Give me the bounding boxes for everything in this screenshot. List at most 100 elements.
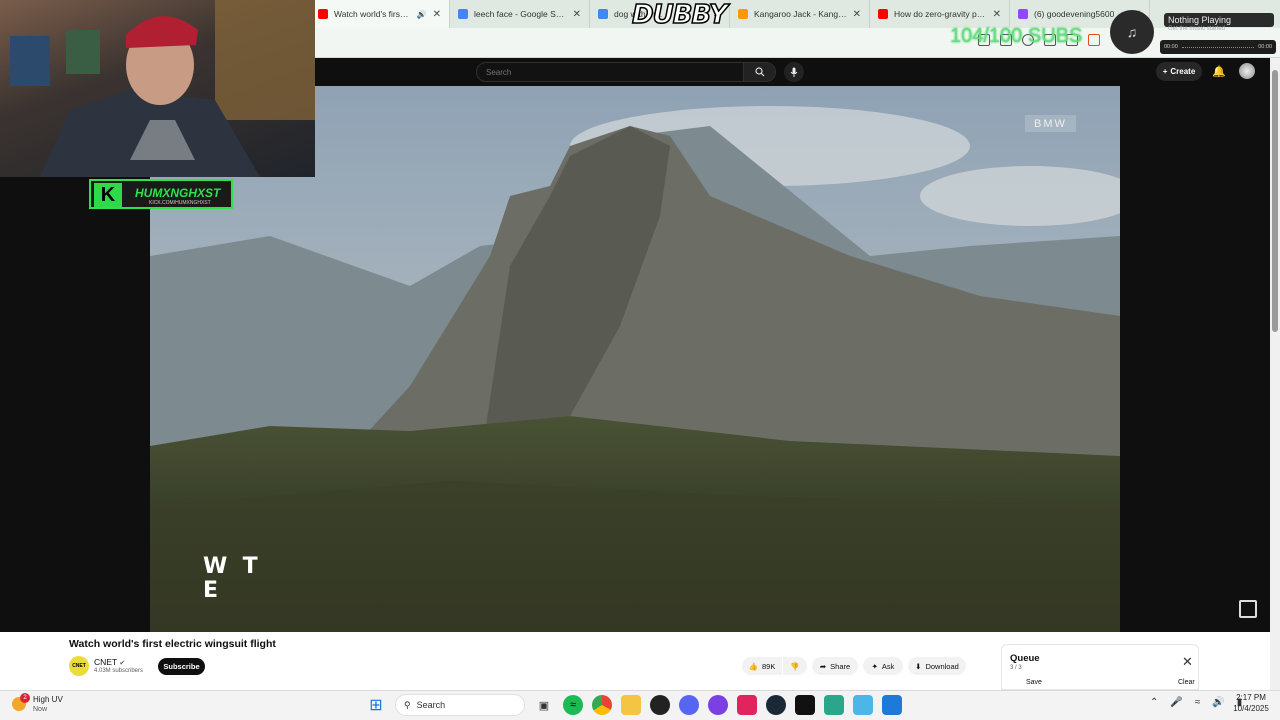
task-view-icon[interactable]: ▣ <box>534 695 554 715</box>
network-app-icon[interactable] <box>853 695 873 715</box>
np-time-start: 00:00 <box>1164 44 1178 50</box>
dubby-logo: DUBBY <box>631 0 728 31</box>
discord-icon[interactable] <box>679 695 699 715</box>
tab-audio-icon[interactable]: 🔊 <box>417 10 427 19</box>
queue-title: Queue <box>1010 653 1040 664</box>
notepad-icon[interactable] <box>824 695 844 715</box>
wifi-icon[interactable]: ≈ <box>1195 697 1201 708</box>
streamer-name: HUMXNGHXST <box>135 186 221 200</box>
notifications-bell-icon[interactable]: 🔔 <box>1212 65 1226 78</box>
close-icon[interactable]: ✕ <box>1182 654 1193 670</box>
channel-name-text[interactable]: CNET <box>94 657 117 667</box>
video-watermark: BMW <box>1025 115 1076 132</box>
create-label: Create <box>1170 67 1196 76</box>
now-playing-progress: 00:00 00:00 <box>1160 40 1276 54</box>
download-button[interactable]: ⬇ Download <box>908 657 966 675</box>
profile-icon[interactable] <box>1088 34 1100 46</box>
search-button[interactable] <box>743 63 775 81</box>
queue-count: 3 / 3 <box>1010 665 1022 671</box>
create-button[interactable]: + Create <box>1156 62 1202 81</box>
streamer-tag: K HUMXNGHXST KICK.COM/HUMXNGHXST <box>89 179 233 209</box>
scrollbar-thumb[interactable] <box>1272 70 1278 332</box>
channel-name[interactable]: CNET ✔ <box>94 657 125 667</box>
search-icon <box>754 67 764 77</box>
thumbs-up-icon: 👍 <box>748 661 758 671</box>
browser-tab[interactable]: leech face - Google Search ✕ <box>450 0 590 28</box>
queue-panel: Queue 3 / 3 ✕ Save Clear <box>1001 644 1199 690</box>
microphone-icon <box>790 67 798 77</box>
voice-search-button[interactable] <box>784 62 804 82</box>
obs-icon[interactable] <box>650 695 670 715</box>
music-note-icon: ♫ <box>1110 10 1154 54</box>
webcam-person <box>10 0 315 177</box>
file-explorer-icon[interactable] <box>621 695 641 715</box>
channel-subscribers: 4.03M subscribers <box>94 668 144 674</box>
tab-label: How do zero-gravity planes <box>894 9 987 19</box>
spotify-icon[interactable]: ≈ <box>563 695 583 715</box>
tab-favicon-icon <box>878 9 888 19</box>
tab-label: Kangaroo Jack - Kangaroo <box>754 9 847 19</box>
clock-time: 2:17 PM <box>1236 693 1266 702</box>
volume-icon[interactable]: 🔊 <box>1212 697 1224 708</box>
now-playing-subtitle: Get the music started <box>1168 26 1226 32</box>
channel-watermark-icon[interactable] <box>1239 600 1257 618</box>
account-avatar[interactable] <box>1239 63 1255 79</box>
app-blue-icon[interactable] <box>882 695 902 715</box>
ask-label: Ask <box>881 661 895 671</box>
app-red-icon[interactable] <box>737 695 757 715</box>
video-overlay-text: W T E <box>203 554 258 603</box>
left-page-background <box>0 177 150 632</box>
tab-favicon-icon <box>738 9 748 19</box>
like-button[interactable]: 👍 89K <box>742 657 782 675</box>
subs-goal: 104/100 SUBS <box>950 25 1083 47</box>
tab-close-icon[interactable]: ✕ <box>853 9 861 20</box>
sparkle-icon: ✦ <box>871 661 878 671</box>
page-scrollbar[interactable] <box>1270 58 1280 690</box>
share-button[interactable]: ➦ Share <box>812 657 858 675</box>
kick-logo-icon: K <box>94 183 122 207</box>
search-input[interactable] <box>477 67 743 77</box>
now-playing-widget: ♫ Nothing Playing Get the music started … <box>1110 10 1276 54</box>
tab-close-icon[interactable]: ✕ <box>573 9 581 20</box>
queue-clear-button[interactable]: Clear <box>1178 679 1195 686</box>
chevron-up-icon[interactable]: ⌃ <box>1150 697 1158 708</box>
tab-favicon-icon <box>598 9 608 19</box>
right-page-background <box>1120 86 1270 632</box>
dislike-button[interactable]: 👎 <box>783 657 807 675</box>
share-label: Share <box>830 661 851 671</box>
tab-favicon-icon <box>318 9 328 19</box>
tab-close-icon[interactable]: ✕ <box>433 9 441 20</box>
subscribe-button[interactable]: Subscribe <box>158 658 205 675</box>
search-icon: ⚲ <box>404 699 411 710</box>
app-purple-icon[interactable] <box>708 695 728 715</box>
tab-label: Watch world's first electric wingsuit fl… <box>334 9 411 19</box>
weather-title: High UV <box>33 695 63 704</box>
weather-badge: 2 <box>20 693 30 703</box>
chrome-icon[interactable] <box>592 695 612 715</box>
browser-tab[interactable]: Kangaroo Jack - Kangaroo ✕ <box>730 0 870 28</box>
windows-start-icon[interactable]: ⊞ <box>366 695 386 715</box>
tab-close-icon[interactable]: ✕ <box>993 9 1001 20</box>
now-playing-title: Nothing Playing <box>1164 13 1274 27</box>
taskbar-search-label: Search <box>416 700 446 710</box>
verified-icon: ✔ <box>119 660 126 667</box>
taskbar-clock[interactable]: 2:17 PM 10/4/2025 <box>1226 692 1276 714</box>
tab-favicon-icon <box>458 9 468 19</box>
microphone-icon[interactable]: 🎤 <box>1170 697 1182 708</box>
channel-avatar[interactable]: CNET <box>69 656 89 676</box>
terminal-icon[interactable] <box>795 695 815 715</box>
ask-button[interactable]: ✦ Ask <box>863 657 903 675</box>
browser-tab[interactable]: How do zero-gravity planes ✕ <box>870 0 1010 28</box>
weather-subtitle: Now <box>33 706 48 713</box>
taskbar-apps: ⊞ ⚲ Search ▣ ≈ <box>366 694 902 716</box>
queue-save-button[interactable]: Save <box>1026 679 1042 686</box>
search-box[interactable] <box>476 62 776 82</box>
tab-label: leech face - Google Search <box>474 9 567 19</box>
streamer-url: KICK.COM/HUMXNGHXST <box>149 200 211 206</box>
np-time-end: 00:00 <box>1258 44 1272 50</box>
taskbar-search[interactable]: ⚲ Search <box>395 694 525 716</box>
np-track <box>1181 46 1255 48</box>
browser-tab[interactable]: Watch world's first electric wingsuit fl… <box>310 0 450 28</box>
steam-icon[interactable] <box>766 695 786 715</box>
weather-widget[interactable]: 2 High UV Now <box>12 693 82 717</box>
